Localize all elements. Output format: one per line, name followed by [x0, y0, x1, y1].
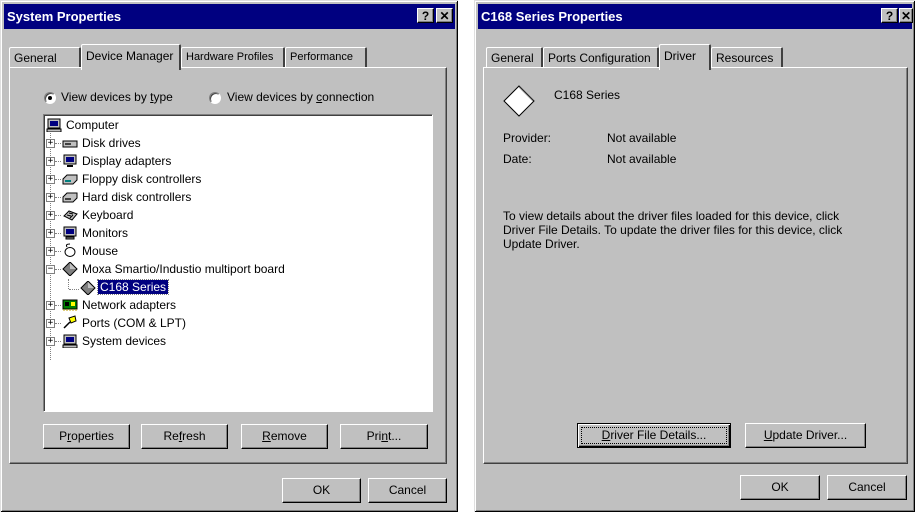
network-adapter-icon — [62, 299, 78, 311]
tab-device-manager[interactable]: Device Manager — [81, 44, 181, 70]
floppy-controller-icon — [62, 174, 78, 185]
c168-properties-dialog: C168 Series Properties ? ✕ General Ports… — [474, 0, 915, 512]
expand-icon[interactable]: + — [46, 319, 55, 328]
hard-disk-controller-icon — [62, 192, 78, 203]
window-title: System Properties — [7, 9, 122, 24]
provider-label: Provider: — [503, 131, 552, 145]
device-icon — [503, 85, 535, 117]
close-button[interactable]: ✕ — [436, 8, 453, 23]
computer-icon — [46, 118, 62, 132]
multiport-device-icon — [80, 281, 96, 295]
update-driver-button[interactable]: Update Driver... — [745, 423, 866, 448]
mouse-icon — [64, 243, 76, 257]
multiport-board-icon — [62, 262, 78, 276]
ok-button[interactable]: OK — [740, 475, 820, 500]
expand-icon[interactable]: + — [46, 175, 55, 184]
monitor-icon — [63, 226, 77, 240]
collapse-icon[interactable]: − — [46, 265, 55, 274]
properties-button[interactable]: Properties — [43, 424, 130, 449]
window-title: C168 Series Properties — [481, 9, 623, 24]
expand-icon[interactable]: + — [46, 337, 55, 346]
tab-hardware-profiles[interactable]: Hardware Profiles — [181, 47, 285, 68]
driver-description: To view details about the driver files l… — [503, 209, 843, 251]
tab-general[interactable]: General — [486, 47, 543, 68]
title-bar: System Properties ? ✕ — [4, 4, 455, 29]
tab-general[interactable]: General — [9, 47, 81, 68]
ports-icon — [63, 315, 77, 329]
device-tree[interactable]: Computer + Disk drives + Display adapter… — [43, 114, 433, 412]
tab-resources[interactable]: Resources — [711, 47, 783, 68]
date-label: Date: — [503, 152, 532, 166]
display-adapter-icon — [63, 154, 77, 167]
provider-value: Not available — [607, 131, 677, 145]
tab-performance[interactable]: Performance — [285, 47, 367, 68]
tab-panel — [483, 67, 908, 464]
ok-button[interactable]: OK — [282, 478, 361, 503]
selected-device-label: C168 Series — [96, 279, 170, 295]
disk-drive-icon — [62, 140, 78, 148]
close-button[interactable]: ✕ — [899, 8, 913, 23]
expand-icon[interactable]: + — [46, 157, 55, 166]
expand-icon[interactable]: + — [46, 247, 55, 256]
driver-file-details-button[interactable]: Driver File Details... — [577, 423, 731, 448]
tab-ports-configuration[interactable]: Ports Configuration — [543, 47, 659, 68]
device-name: C168 Series — [554, 88, 621, 102]
radio-view-by-type-label: View devices by type — [61, 90, 173, 104]
help-button[interactable]: ? — [417, 8, 434, 23]
cancel-button[interactable]: Cancel — [368, 478, 447, 503]
system-properties-dialog: System Properties ? ✕ General Device Man… — [0, 0, 458, 512]
expand-icon[interactable]: + — [46, 139, 55, 148]
tab-driver[interactable]: Driver — [659, 44, 711, 70]
help-button[interactable]: ? — [881, 8, 898, 23]
refresh-button[interactable]: Refresh — [141, 424, 228, 449]
remove-button[interactable]: Remove — [241, 424, 328, 449]
keyboard-icon — [63, 210, 78, 221]
date-value: Not available — [607, 152, 677, 166]
expand-icon[interactable]: + — [46, 301, 55, 310]
title-bar: C168 Series Properties ? ✕ — [478, 4, 913, 29]
radio-view-by-connection-label: View devices by connection — [227, 90, 375, 104]
expand-icon[interactable]: + — [46, 229, 55, 238]
cancel-button[interactable]: Cancel — [827, 475, 907, 500]
print-button[interactable]: Print... — [340, 424, 428, 449]
expand-icon[interactable]: + — [46, 211, 55, 220]
expand-icon[interactable]: + — [46, 193, 55, 202]
system-devices-icon — [62, 334, 78, 348]
